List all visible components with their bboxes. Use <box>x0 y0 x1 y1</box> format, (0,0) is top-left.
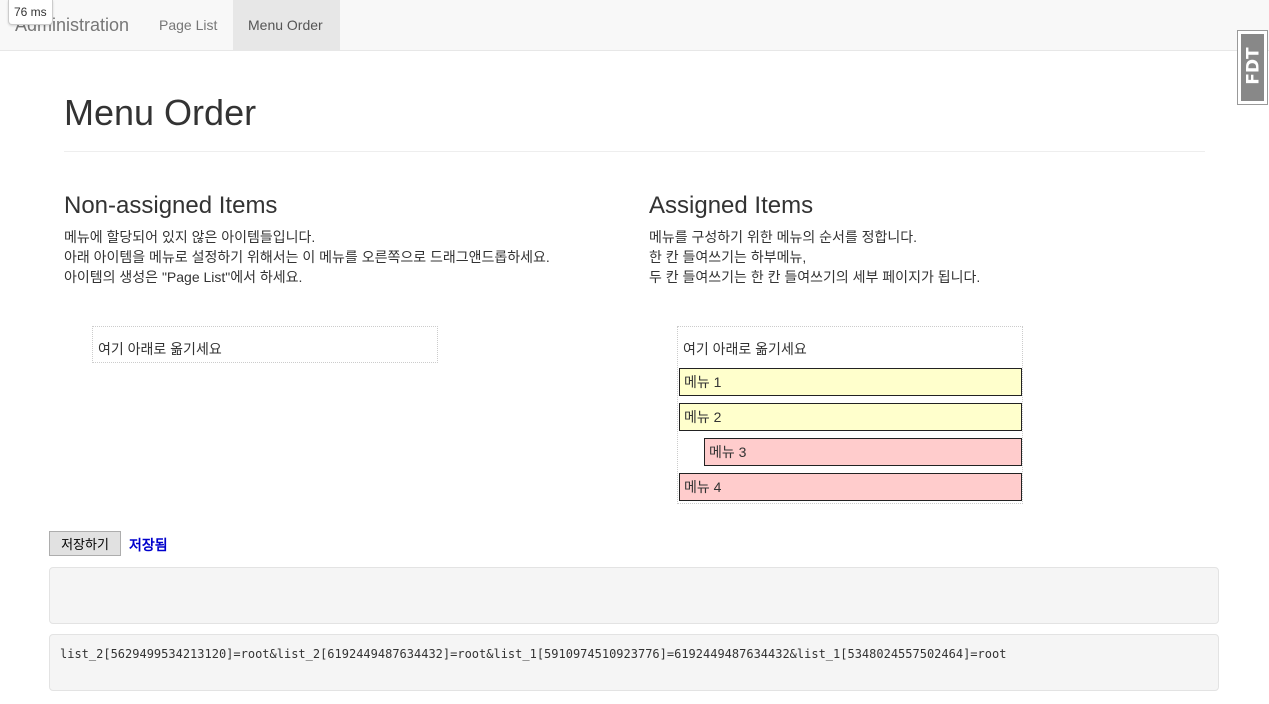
menu-item[interactable]: 메뉴 2 <box>679 403 1022 431</box>
save-button[interactable]: 저장하기 <box>49 531 121 556</box>
page-title: Menu Order <box>64 92 257 133</box>
serialized-text: list_2[5629499534213120]=root&list_2[619… <box>60 647 1007 661</box>
serialized-output-box: list_2[5629499534213120]=root&list_2[619… <box>49 634 1219 691</box>
fdt-icon: FDT <box>1241 34 1264 101</box>
assigned-description: 메뉴를 구성하기 위한 메뉴의 순서를 정합니다. 한 칸 들여쓰기는 하부메뉴… <box>649 227 980 287</box>
description-line: 메뉴에 할당되어 있지 않은 아이템들입니다. <box>64 229 316 245</box>
non-assigned-title: Non-assigned Items <box>64 192 278 219</box>
fdt-label: FDT <box>1243 47 1264 85</box>
top-navbar: Administration Page List Menu Order <box>0 0 1269 51</box>
description-line: 메뉴를 구성하기 위한 메뉴의 순서를 정합니다. <box>649 229 918 245</box>
description-line: 두 칸 들여쓰기는 한 칸 들여쓰기의 세부 페이지가 됩니다. <box>649 269 981 285</box>
dropzone-hint: 여기 아래로 옮기세요 <box>683 341 807 357</box>
non-assigned-dropzone[interactable]: 여기 아래로 옮기세요 <box>92 326 438 363</box>
menu-item[interactable]: 메뉴 4 <box>679 473 1022 501</box>
assigned-title: Assigned Items <box>649 192 814 219</box>
description-line: 한 칸 들여쓰기는 하부메뉴, <box>649 249 807 265</box>
output-box <box>49 567 1219 624</box>
description-line: 아이템의 생성은 "Page List"에서 하세요. <box>64 269 303 285</box>
menu-item-indented[interactable]: 메뉴 3 <box>704 438 1022 466</box>
nav-page-list[interactable]: Page List <box>144 0 233 51</box>
description-line: 아래 아이템을 메뉴로 설정하기 위해서는 이 메뉴를 오른쪽으로 드래그앤드롭… <box>64 249 550 265</box>
fdt-toolbar-handle[interactable]: FDT <box>1237 30 1268 105</box>
nav-menu-order[interactable]: Menu Order <box>233 0 340 51</box>
non-assigned-description: 메뉴에 할당되어 있지 않은 아이템들입니다. 아래 아이템을 메뉴로 설정하기… <box>64 227 550 287</box>
save-status: 저장됨 <box>129 537 168 553</box>
menu-item[interactable]: 메뉴 1 <box>679 368 1022 396</box>
dropzone-hint: 여기 아래로 옮기세요 <box>98 341 222 357</box>
timer-badge[interactable]: 76 ms <box>8 0 53 25</box>
title-divider <box>64 151 1205 152</box>
